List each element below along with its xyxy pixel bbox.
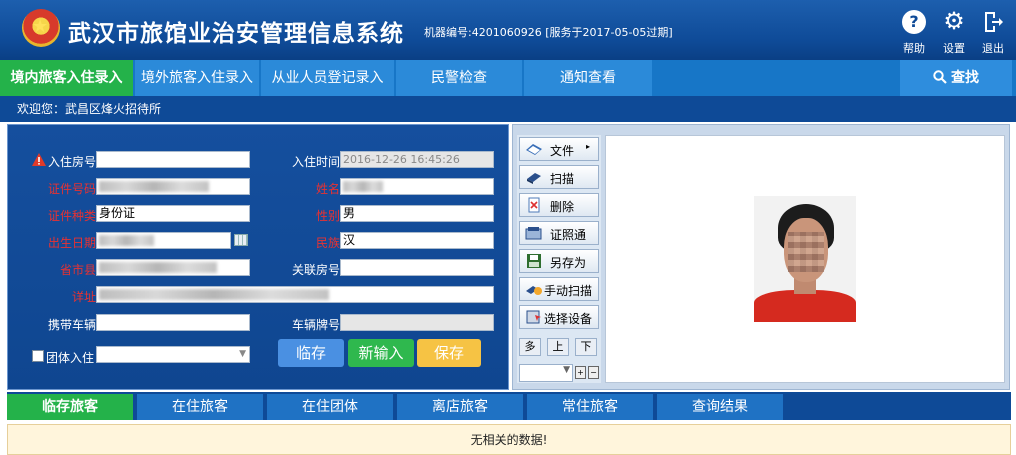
help-label: 帮助 [903,42,925,55]
delete-button[interactable]: 删除 [519,193,599,217]
plate-input[interactable] [340,314,494,331]
delete-icon [528,197,540,213]
name-input[interactable] [340,178,494,195]
pixelated-face [788,232,824,272]
name-label: 姓名 [315,182,340,196]
tab-domestic-checkin[interactable]: 境内旅客入住录入 [0,60,133,96]
id-reader-button[interactable]: 证照通 [519,221,599,245]
settings-button[interactable]: ⚙ 设置 [937,7,971,56]
zoom-out-icon[interactable]: − [588,366,599,379]
redacted-name [343,181,383,192]
linked-room-input[interactable] [340,259,494,276]
id-type-input[interactable]: 身份证 [96,205,250,222]
gear-icon: ⚙ [943,7,965,35]
device-icon [526,310,541,324]
linked-room-label: 关联房号 [291,263,340,277]
settings-label: 设置 [943,42,965,55]
gender-label: 性别 [315,209,340,223]
tab-current-guests[interactable]: 在住旅客 [137,394,263,420]
tab-long-term-guests[interactable]: 常住旅客 [527,394,653,420]
id-number-label: 证件号码 [47,182,96,196]
search-button[interactable]: 查找 [900,60,1012,96]
vehicle-input[interactable] [96,314,250,331]
redacted-id-number [99,181,209,192]
scan-icon [527,173,541,184]
tab-query-results[interactable]: 查询结果 [657,394,783,420]
tab-notices[interactable]: 通知查看 [524,60,652,96]
plate-label: 车辆牌号 [291,318,340,332]
region-input[interactable] [96,259,250,276]
new-entry-button[interactable]: 新输入 [348,339,414,367]
gender-input[interactable]: 男 [340,205,494,222]
redacted-birth-date [99,235,154,246]
down-button[interactable]: 下 [575,338,597,356]
chevron-down-icon: ▼ [239,349,246,359]
system-title: 武汉市旅馆业治安管理信息系统 [68,21,404,47]
redacted-address [99,289,329,300]
police-emblem-logo [22,9,60,47]
hand-scan-icon [526,286,542,295]
scan-button[interactable]: 扫描 [519,165,599,189]
birth-date-label: 出生日期 [47,236,96,250]
tab-current-groups[interactable]: 在住团体 [267,394,393,420]
zoom-select[interactable]: ▼ [519,364,573,382]
save-as-button[interactable]: 另存为 [519,249,599,273]
scan-preview [605,135,1005,383]
main-nav: 境内旅客入住录入 境外旅客入住录入 从业人员登记录入 民警检查 通知查看 查找 [0,60,1016,96]
search-label: 查找 [951,70,979,86]
save-button[interactable]: 保存 [417,339,481,367]
room-number-label: 入住房号 [47,155,96,169]
ethnicity-label: 民族 [315,236,340,250]
search-icon [933,70,947,84]
id-type-label: 证件种类 [47,209,96,223]
tab-checked-out[interactable]: 离店旅客 [397,394,523,420]
question-icon: ? [902,10,926,34]
select-device-button[interactable]: 选择设备 [519,305,599,329]
guest-list-tabs: 临存旅客 在住旅客 在住团体 离店旅客 常住旅客 查询结果 [7,392,1011,420]
tab-staff-registration[interactable]: 从业人员登记录入 [261,60,394,96]
calendar-icon[interactable] [234,234,248,246]
id-card-icon [525,227,542,240]
folder-icon [526,144,542,155]
guest-form: 入住房号 入住时间 2016-12-26 16:45:26 证件号码 姓名 证件… [7,124,509,390]
scanner-toolbar: 文件 ▸ 扫描 删除 证照通 另存为 手动扫描 选择设备 多 上 下 ▼ + − [517,135,601,383]
warning-icon [32,153,46,166]
file-button[interactable]: 文件 ▸ [519,137,599,161]
submenu-arrow-icon: ▸ [586,142,591,151]
app-header: 武汉市旅馆业治安管理信息系统 机器编号:4201060926 [服务于2017-… [0,0,1016,60]
ethnicity-input[interactable]: 汉 [340,232,494,249]
tab-foreign-checkin[interactable]: 境外旅客入住录入 [135,60,259,96]
up-button[interactable]: 上 [547,338,569,356]
help-button[interactable]: ? 帮助 [897,10,931,56]
temp-save-button[interactable]: 临存 [278,339,344,367]
id-photo [754,196,856,322]
floppy-icon [527,254,541,268]
zoom-in-icon[interactable]: + [575,366,586,379]
region-label: 省市县 [59,263,96,277]
group-checkin-label: 团体入住 [46,351,95,365]
scanner-panel: 文件 ▸ 扫描 删除 证照通 另存为 手动扫描 选择设备 多 上 下 ▼ + − [512,124,1010,390]
logout-label: 退出 [982,42,1004,55]
checkin-time-input[interactable]: 2016-12-26 16:45:26 [340,151,494,168]
room-number-input[interactable] [96,151,250,168]
vehicle-label: 携带车辆 [47,318,96,332]
logout-icon [981,10,1005,34]
multi-button[interactable]: 多 [519,338,541,356]
checkin-time-label: 入住时间 [291,155,340,169]
address-input[interactable] [96,286,494,303]
logout-button[interactable]: 退出 [976,10,1010,56]
id-number-input[interactable] [96,178,250,195]
machine-info: 机器编号:4201060926 [服务于2017-05-05过期] [424,26,673,39]
manual-scan-button[interactable]: 手动扫描 [519,277,599,301]
group-checkin-checkbox[interactable] [32,350,44,362]
group-select[interactable]: ▼ [96,346,250,363]
redacted-region [99,262,217,273]
welcome-text: 欢迎您：武昌区烽火招待所 [0,96,1016,122]
tab-police-inspection[interactable]: 民警检查 [396,60,522,96]
empty-result-message: 无相关的数据! [7,424,1011,455]
tab-temp-guests[interactable]: 临存旅客 [7,394,133,420]
birth-date-input[interactable] [96,232,231,249]
address-label: 详址 [71,290,96,304]
